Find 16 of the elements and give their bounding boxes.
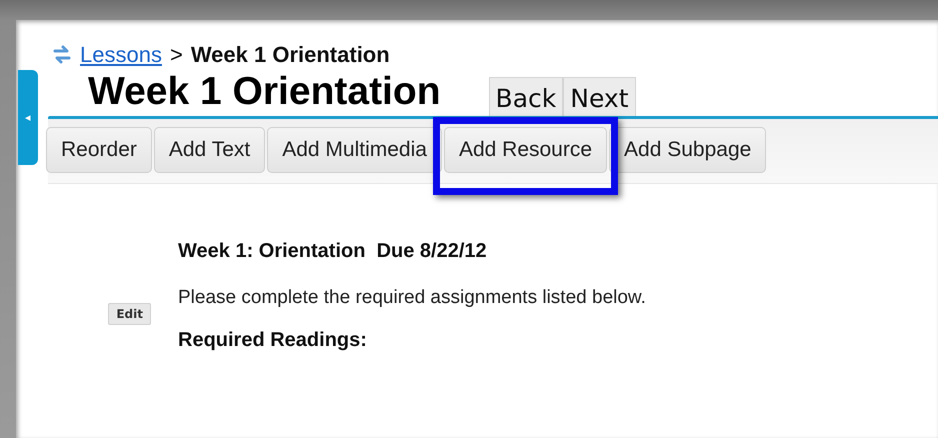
- section-heading: Week 1: Orientation Due 8/22/12: [178, 240, 488, 263]
- breadcrumb-separator: >: [170, 42, 183, 68]
- sync-icon: [52, 44, 72, 66]
- lessons-link[interactable]: Lessons: [80, 42, 162, 68]
- toolbar-button[interactable]: Reorder: [46, 127, 152, 173]
- nav-button[interactable]: Back: [488, 77, 564, 119]
- readings-heading: Required Readings:: [178, 329, 368, 352]
- toolbar-button[interactable]: Add Subpage: [609, 127, 766, 173]
- edit-button[interactable]: Edit: [108, 303, 151, 325]
- instructions-text: Please complete the required assignments listed below.: [178, 287, 646, 309]
- nav-button[interactable]: Next: [563, 77, 636, 119]
- toolbar-button[interactable]: Add Text: [154, 127, 266, 173]
- toolbar-button[interactable]: Add Multimedia: [267, 127, 442, 173]
- page-title: Week 1 Orientation: [88, 69, 441, 115]
- toolbar-button[interactable]: Add Resource: [444, 127, 608, 173]
- breadcrumb-current: Week 1 Orientation: [190, 42, 390, 68]
